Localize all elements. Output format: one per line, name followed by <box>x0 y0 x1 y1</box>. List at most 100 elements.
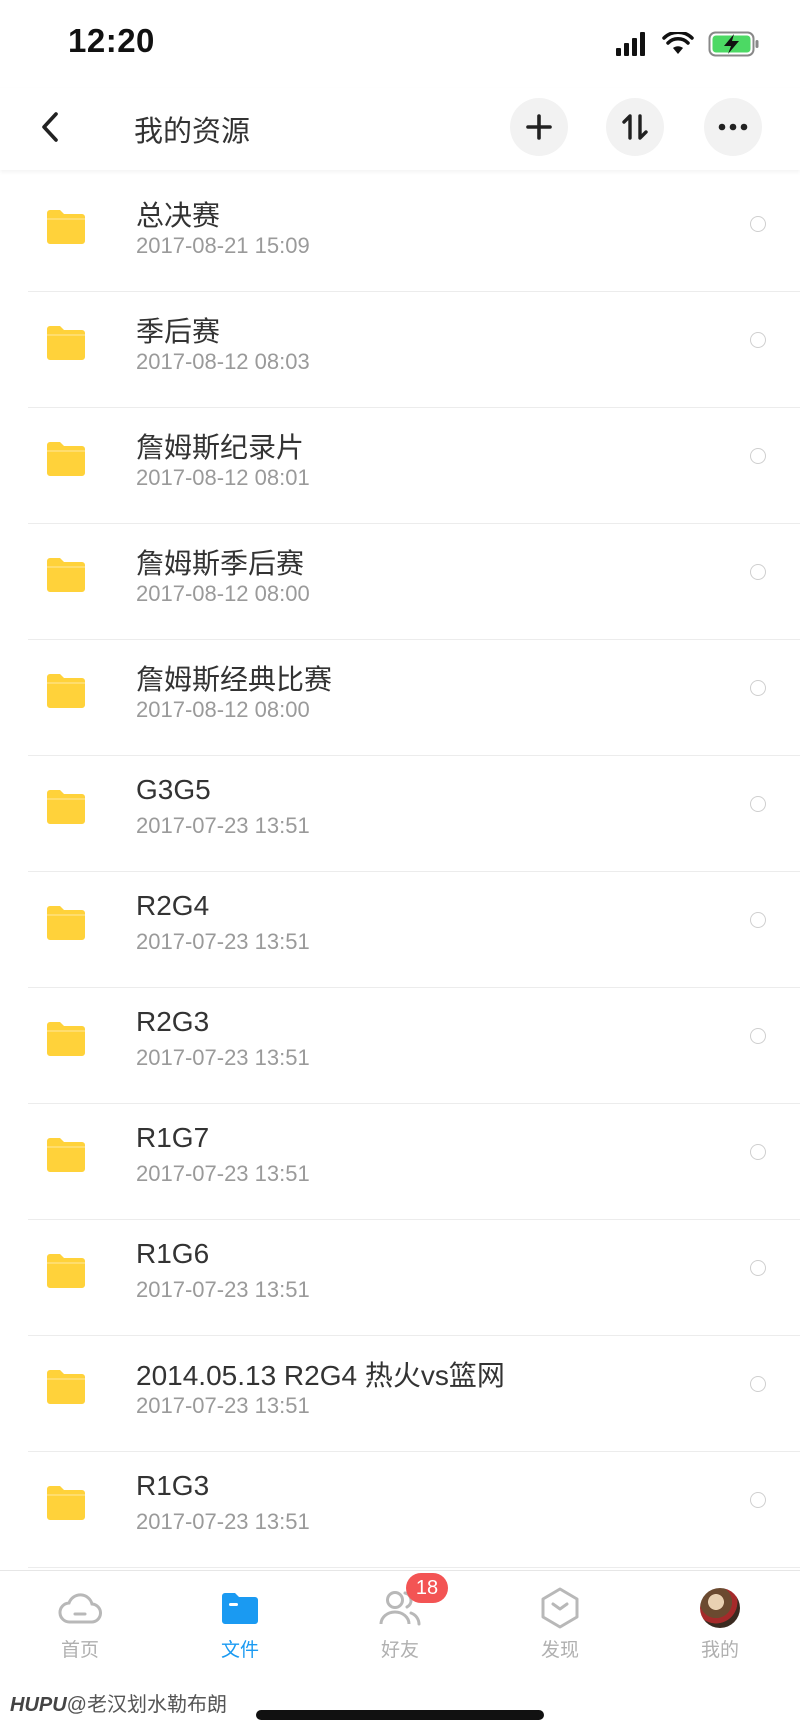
file-name: 詹姆斯季后赛 <box>136 548 305 579</box>
file-row[interactable]: R2G3 2017-07-23 13:51 <box>0 988 800 1104</box>
status-time: 12:20 <box>68 22 155 59</box>
file-row[interactable]: 詹姆斯季后赛 2017-08-12 08:00 <box>0 524 800 640</box>
tab-label: 我的 <box>700 1640 739 1661</box>
watermark-brand: HUPU <box>10 1694 67 1716</box>
folder-icon <box>46 905 86 941</box>
avatar-wrapper <box>698 1587 742 1629</box>
file-name: R2G4 <box>136 890 210 921</box>
file-name: R1G7 <box>136 1122 210 1153</box>
select-radio[interactable] <box>750 332 766 348</box>
add-button[interactable] <box>510 98 568 156</box>
file-row[interactable]: 总决赛 2017-08-21 15:09 <box>0 176 800 292</box>
tab-label: 发现 <box>540 1640 579 1661</box>
file-date: 2017-07-23 13:51 <box>136 929 310 954</box>
file-name: 詹姆斯纪录片 <box>136 432 305 463</box>
file-date: 2017-07-23 13:51 <box>136 1045 310 1070</box>
file-row[interactable]: R1G6 2017-07-23 13:51 <box>0 1220 800 1336</box>
watermark: HUPU@老汉划水勒布朗 <box>10 1688 227 1717</box>
file-date: 2017-07-23 13:51 <box>136 1277 310 1302</box>
file-name: 2014.05.13 R2G4 热火vs篮网 <box>136 1360 505 1391</box>
file-name: R1G6 <box>136 1238 210 1269</box>
file-date: 2017-08-12 08:01 <box>136 465 310 490</box>
folder-icon <box>46 209 86 245</box>
tab-bar: 首页 文件 18 好友 发现 我的 <box>0 1570 800 1670</box>
wifi-icon <box>662 32 694 54</box>
tab-me[interactable]: 我的 <box>665 1587 775 1667</box>
sort-icon <box>622 114 648 140</box>
file-date: 2017-08-21 15:09 <box>136 233 310 258</box>
folder-icon <box>46 673 86 709</box>
select-radio[interactable] <box>750 1144 766 1160</box>
friends-icon: 18 <box>378 1573 448 1629</box>
select-radio[interactable] <box>750 564 766 580</box>
folder-icon <box>46 1253 86 1289</box>
tab-files[interactable]: 文件 <box>185 1587 295 1667</box>
folder-icon <box>46 789 86 825</box>
tab-label: 文件 <box>220 1640 259 1661</box>
select-radio[interactable] <box>750 912 766 928</box>
home-indicator[interactable] <box>256 1710 544 1720</box>
file-row[interactable]: R1G3 2017-07-23 13:51 <box>0 1452 800 1568</box>
status-icons <box>616 28 760 60</box>
file-date: 2017-08-12 08:00 <box>136 697 310 722</box>
signal-icon <box>616 32 645 56</box>
tab-home[interactable]: 首页 <box>25 1587 135 1667</box>
folder-icon <box>46 1369 86 1405</box>
file-row[interactable]: R1G7 2017-07-23 13:51 <box>0 1104 800 1220</box>
tab-label: 首页 <box>60 1640 99 1661</box>
cloud-icon <box>58 1587 102 1629</box>
tab-label: 好友 <box>380 1640 419 1661</box>
file-row[interactable]: 季后赛 2017-08-12 08:03 <box>0 292 800 408</box>
select-radio[interactable] <box>750 1376 766 1392</box>
folder-icon <box>46 1021 86 1057</box>
select-radio[interactable] <box>750 796 766 812</box>
file-date: 2017-07-23 13:51 <box>136 1509 310 1534</box>
file-name: R2G3 <box>136 1006 210 1037</box>
folder-icon <box>46 557 86 593</box>
file-row[interactable]: R2G4 2017-07-23 13:51 <box>0 872 800 988</box>
discover-icon <box>538 1587 582 1629</box>
file-date: 2017-07-23 13:51 <box>136 1393 310 1418</box>
watermark-text: @老汉划水勒布朗 <box>66 1694 227 1716</box>
select-radio[interactable] <box>750 1260 766 1276</box>
sort-button[interactable] <box>606 98 664 156</box>
file-row[interactable]: G3G5 2017-07-23 13:51 <box>0 756 800 872</box>
tab-friends[interactable]: 18 好友 <box>345 1573 455 1667</box>
file-row[interactable]: 2014.05.13 R2G4 热火vs篮网 2017-07-23 13:51 <box>0 1336 800 1452</box>
file-row[interactable]: 詹姆斯经典比赛 2017-08-12 08:00 <box>0 640 800 756</box>
file-date: 2017-08-12 08:00 <box>136 581 310 606</box>
status-bar: 12:20 <box>0 0 800 88</box>
footer: HUPU@老汉划水勒布朗 <box>0 1670 800 1731</box>
chevron-left-icon <box>42 112 58 142</box>
select-radio[interactable] <box>750 680 766 696</box>
file-name: 季后赛 <box>136 316 221 347</box>
select-radio[interactable] <box>750 1492 766 1508</box>
folder-icon <box>46 1485 86 1521</box>
folder-icon <box>218 1587 262 1629</box>
file-name: 总决赛 <box>136 200 221 231</box>
file-date: 2017-07-23 13:51 <box>136 1161 310 1186</box>
back-button[interactable] <box>28 102 72 152</box>
notification-badge: 18 <box>406 1573 448 1603</box>
select-radio[interactable] <box>750 216 766 232</box>
folder-icon <box>46 325 86 361</box>
file-date: 2017-07-23 13:51 <box>136 813 310 838</box>
more-button[interactable] <box>704 98 762 156</box>
tab-discover[interactable]: 发现 <box>505 1587 615 1667</box>
avatar <box>700 1588 740 1628</box>
page-title: 我的资源 <box>134 116 251 148</box>
file-row[interactable]: 詹姆斯纪录片 2017-08-12 08:01 <box>0 408 800 524</box>
folder-icon <box>46 441 86 477</box>
plus-icon <box>526 114 552 140</box>
file-name: 詹姆斯经典比赛 <box>136 664 333 695</box>
file-name: G3G5 <box>136 774 211 805</box>
file-date: 2017-08-12 08:03 <box>136 349 310 374</box>
battery-charging-icon <box>708 31 759 57</box>
header: 我的资源 <box>0 88 800 170</box>
file-name: R1G3 <box>136 1470 210 1501</box>
folder-icon <box>46 1137 86 1173</box>
select-radio[interactable] <box>750 1028 766 1044</box>
select-radio[interactable] <box>750 448 766 464</box>
file-list: 总决赛 2017-08-21 15:09 季后赛 2017-08-12 08:03 詹姆… <box>0 176 800 1568</box>
more-icon <box>718 123 748 131</box>
